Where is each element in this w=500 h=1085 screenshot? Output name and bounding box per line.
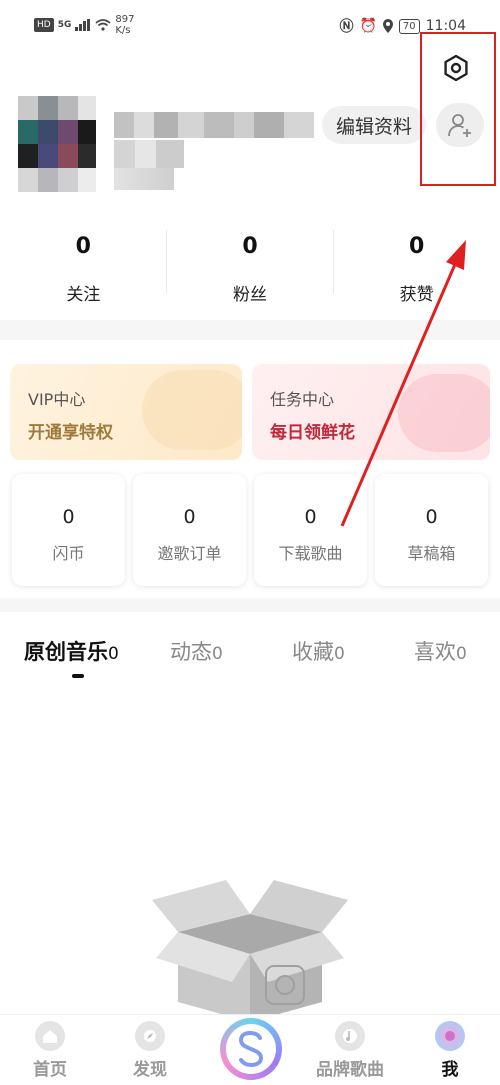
edit-profile-button[interactable]: 编辑资料: [322, 106, 426, 144]
speed-value: 897: [115, 14, 135, 25]
nav-me[interactable]: 我: [410, 1021, 490, 1080]
tab-label: 收藏: [292, 640, 334, 664]
stat-following[interactable]: 0 关注: [0, 220, 167, 316]
home-icon: [35, 1021, 65, 1051]
logo-s-icon: [238, 1030, 264, 1068]
network-speed: 897 K/s: [115, 14, 134, 36]
stat-label: 关注: [66, 285, 101, 305]
grid-label: 邀歌订单: [157, 544, 222, 563]
discover-icon: [135, 1021, 165, 1051]
nav-label: 发现: [133, 1060, 167, 1080]
drafts-card[interactable]: 0 草稿箱: [375, 474, 488, 586]
hd-badge: HD: [34, 18, 54, 32]
nav-home[interactable]: 首页: [10, 1021, 90, 1080]
alarm-icon: ⏰: [359, 18, 377, 34]
flower-decoration: [398, 374, 490, 452]
downloaded-songs-card[interactable]: 0 下载歌曲: [254, 474, 367, 586]
tab-likes[interactable]: 喜欢0: [414, 636, 467, 666]
wifi-icon: [95, 19, 111, 31]
task-center-card[interactable]: 任务中心 每日领鲜花: [252, 364, 490, 460]
task-card-title: 任务中心: [270, 390, 335, 409]
grid-value: 0: [425, 506, 438, 528]
location-icon: [382, 19, 393, 33]
signal-bars-icon: [75, 19, 91, 31]
stat-followers[interactable]: 0 粉丝: [167, 220, 334, 316]
vip-card-subtitle: 开通享特权: [28, 423, 113, 443]
grid-value: 0: [62, 506, 75, 528]
stats-row: 0 关注 0 粉丝 0 获赞: [0, 220, 500, 316]
active-tab-indicator: [72, 674, 84, 678]
flash-coin-card[interactable]: 0 闪币: [12, 474, 125, 586]
tab-label: 原创音乐: [24, 640, 108, 664]
nav-label: 首页: [33, 1060, 67, 1080]
avatar[interactable]: [18, 96, 96, 192]
username-blurred: [114, 112, 314, 138]
grid-value: 0: [183, 506, 196, 528]
vip-center-card[interactable]: VIP中心 开通享特权: [10, 364, 242, 460]
tab-count: 0: [212, 644, 223, 664]
battery-indicator: 70: [398, 18, 420, 34]
divider: [333, 230, 334, 294]
tab-original-music[interactable]: 原创音乐0: [24, 636, 119, 666]
stat-value: 0: [409, 234, 425, 259]
status-left: HD 5G 897 K/s: [34, 14, 134, 36]
tab-label: 喜欢: [414, 640, 456, 664]
nav-discover[interactable]: 发现: [110, 1021, 190, 1080]
tab-activity[interactable]: 动态0: [170, 636, 223, 666]
highlight-box: [420, 32, 496, 186]
empty-box-icon: [152, 880, 348, 1022]
stat-likes[interactable]: 0 获赞: [333, 220, 500, 316]
me-icon: [435, 1021, 465, 1051]
quick-stats-grid: 0 闪币 0 邀歌订单 0 下载歌曲 0 草稿箱: [12, 474, 488, 586]
tab-count: 0: [456, 644, 467, 664]
music-note-icon: [335, 1021, 365, 1051]
user-info-blurred: [114, 168, 174, 190]
user-id-blurred: [114, 140, 184, 168]
nav-label: 我: [441, 1060, 459, 1080]
stat-label: 粉丝: [233, 285, 267, 305]
speed-unit: K/s: [115, 25, 131, 36]
section-separator: [0, 598, 500, 612]
tab-count: 0: [108, 644, 119, 664]
grid-label: 闪币: [52, 544, 85, 563]
song-orders-card[interactable]: 0 邀歌订单: [133, 474, 246, 586]
grid-value: 0: [304, 506, 317, 528]
stat-label: 获赞: [399, 285, 434, 305]
nfc-icon: Ⓝ: [339, 19, 354, 35]
nav-brand-songs[interactable]: 品牌歌曲: [310, 1021, 390, 1080]
task-card-subtitle: 每日领鲜花: [270, 423, 355, 443]
nav-label: 品牌歌曲: [316, 1060, 384, 1080]
tab-count: 0: [334, 644, 345, 664]
create-button-inner: [226, 1024, 276, 1074]
divider: [166, 230, 167, 294]
section-separator: [0, 320, 500, 340]
grid-label: 草稿箱: [407, 544, 456, 563]
grid-label: 下载歌曲: [278, 544, 343, 563]
signal-indicator: 5G: [57, 20, 72, 30]
stat-value: 0: [75, 234, 91, 259]
tab-label: 动态: [170, 640, 212, 664]
crown-decoration: [142, 370, 242, 450]
vip-card-title: VIP中心: [28, 390, 86, 409]
create-button[interactable]: [220, 1018, 282, 1080]
content-tabs: 原创音乐0 动态0 收藏0 喜欢0: [0, 636, 500, 686]
stat-value: 0: [242, 234, 258, 259]
tab-favorites[interactable]: 收藏0: [292, 636, 345, 666]
